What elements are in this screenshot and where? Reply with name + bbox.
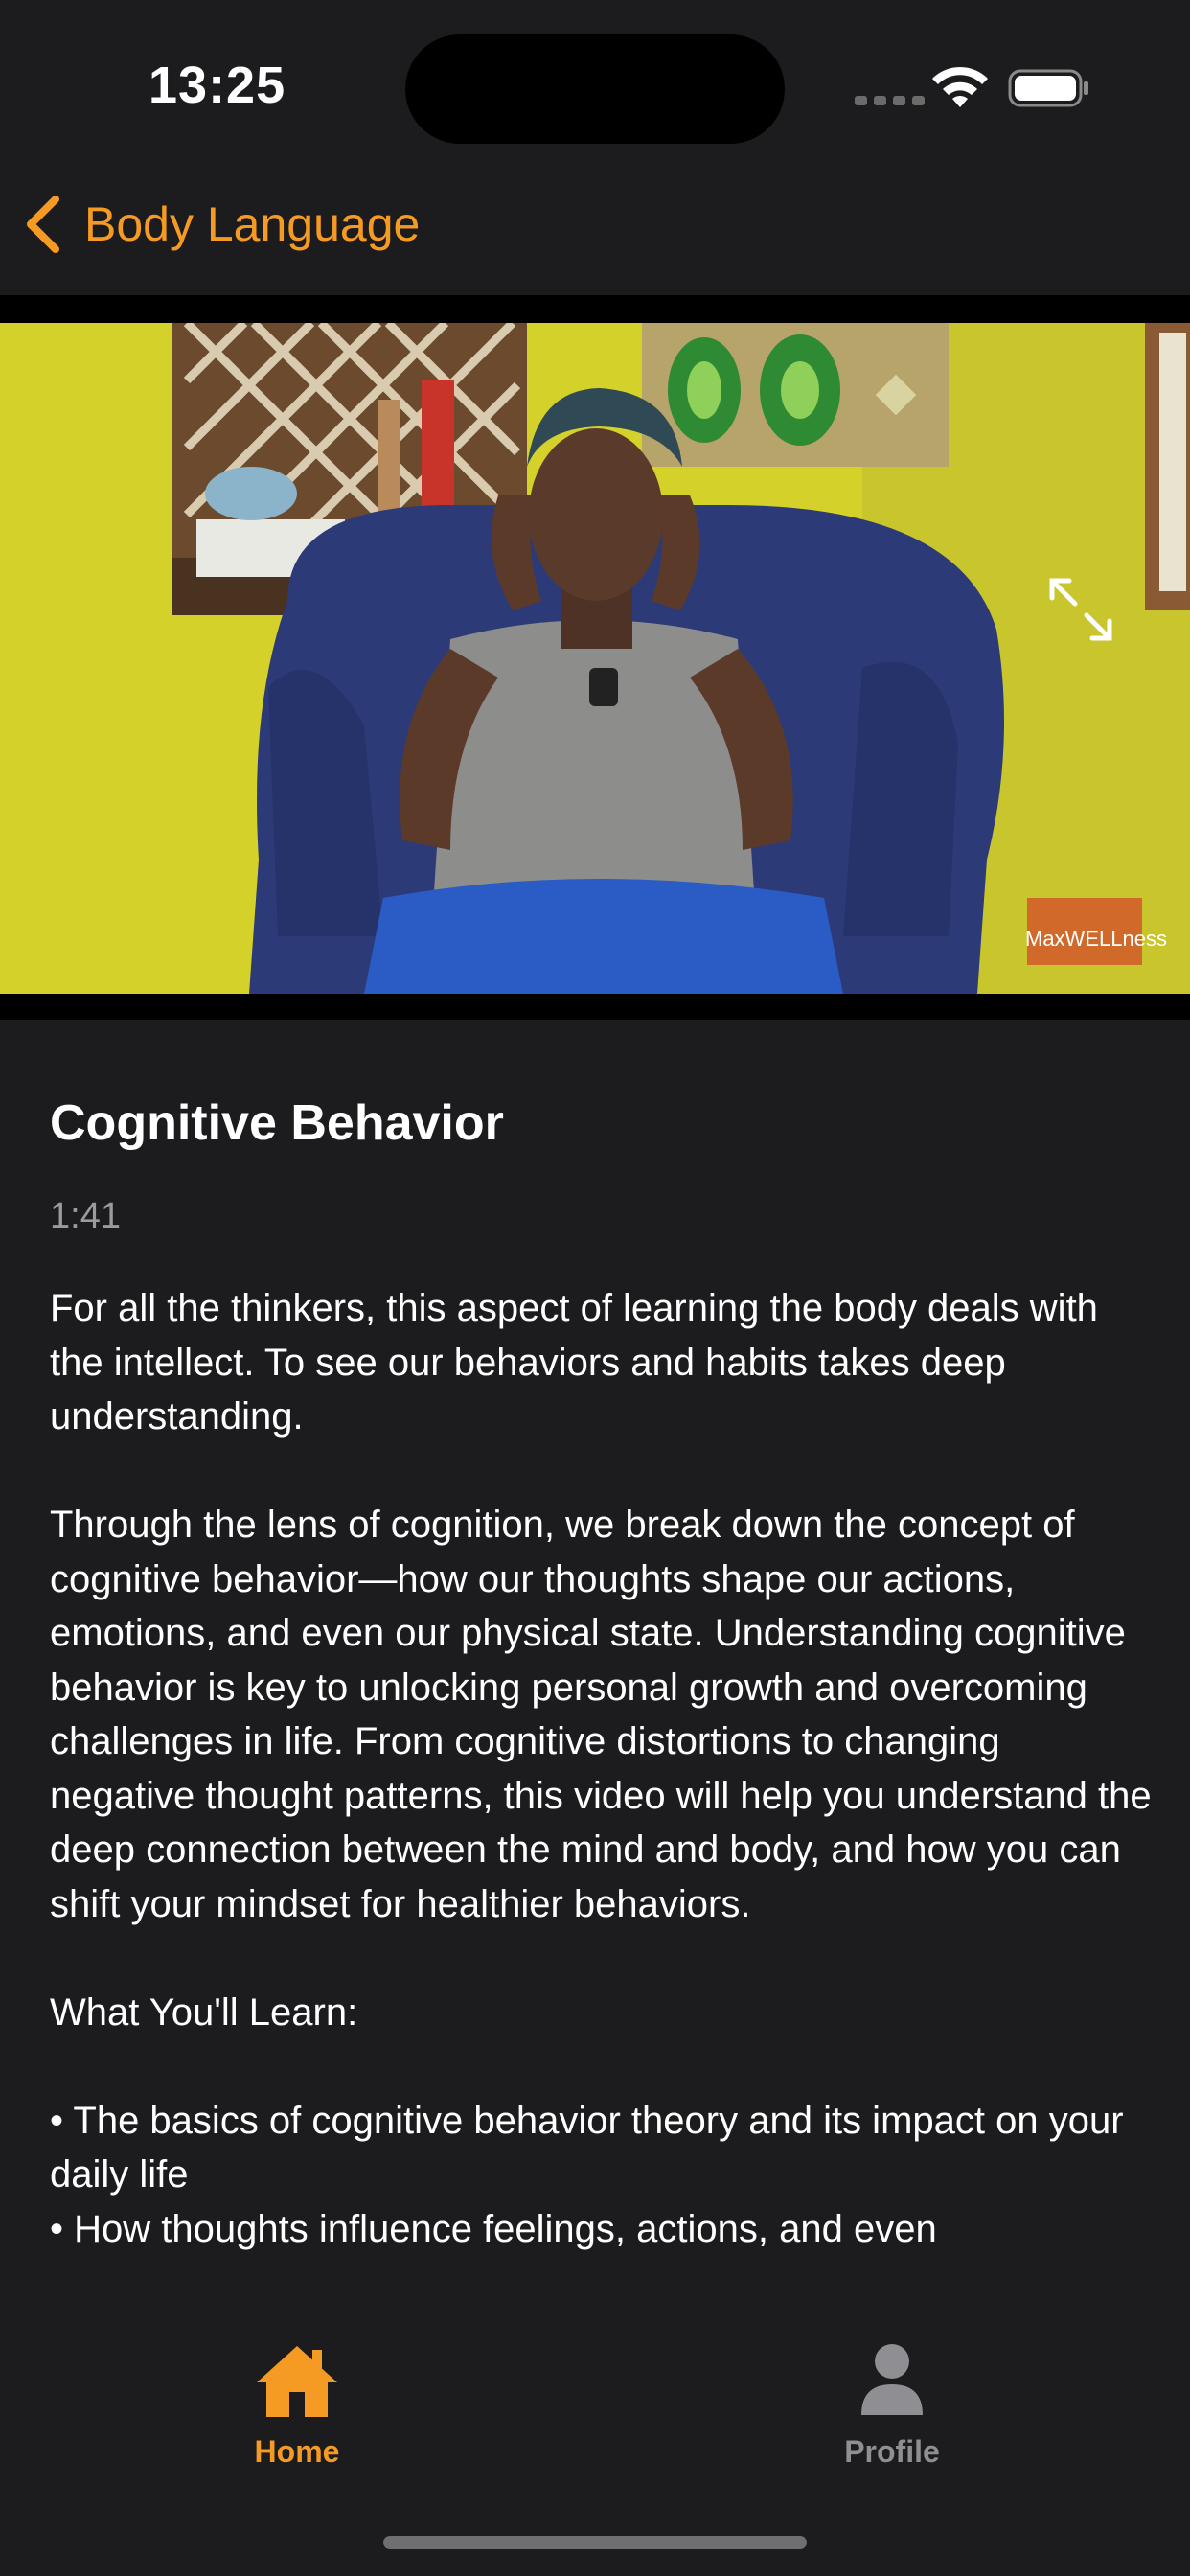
tab-home[interactable]: Home bbox=[182, 2340, 412, 2470]
back-button-label: Body Language bbox=[84, 197, 421, 251]
person-icon bbox=[861, 2344, 923, 2415]
video-title: Cognitive Behavior bbox=[50, 1095, 504, 1151]
tab-home-label: Home bbox=[254, 2434, 340, 2469]
house-icon bbox=[257, 2346, 337, 2417]
app-screen: 13:25 Body Language MaxWELLness Cognitiv… bbox=[0, 0, 1190, 2576]
tab-profile[interactable]: Profile bbox=[777, 2340, 1007, 2470]
status-bar: 13:25 bbox=[0, 0, 1190, 172]
video-thumbnail: MaxWELLness bbox=[0, 323, 1190, 994]
tab-profile-label: Profile bbox=[844, 2434, 940, 2469]
expand-fullscreen-icon[interactable] bbox=[1046, 575, 1115, 644]
navigation-bar: Body Language bbox=[0, 182, 1190, 288]
video-details: Cognitive Behavior 1:41 For all the thin… bbox=[0, 1020, 1190, 2323]
chevron-left-icon bbox=[27, 196, 59, 253]
status-time: 13:25 bbox=[149, 57, 286, 114]
video-watermark: MaxWELLness bbox=[1025, 927, 1167, 951]
battery-icon bbox=[1008, 69, 1088, 107]
home-indicator bbox=[383, 2536, 807, 2549]
video-player[interactable]: MaxWELLness bbox=[0, 295, 1190, 1020]
dynamic-island bbox=[405, 34, 785, 144]
back-button[interactable]: Body Language bbox=[21, 194, 420, 255]
video-description: For all the thinkers, this aspect of lea… bbox=[50, 1287, 1152, 2250]
wifi-icon bbox=[932, 66, 988, 107]
cellular-signal-icon bbox=[855, 96, 925, 105]
video-frame-image: MaxWELLness bbox=[0, 323, 1190, 994]
video-duration: 1:41 bbox=[50, 1196, 121, 1236]
